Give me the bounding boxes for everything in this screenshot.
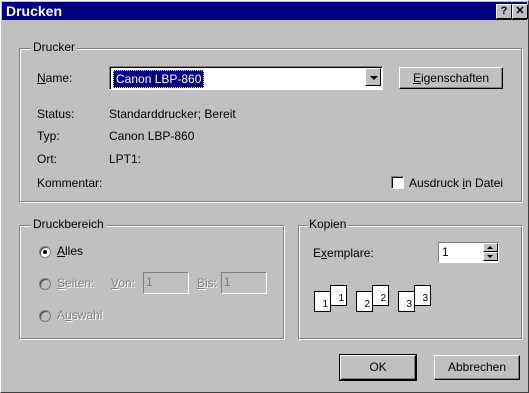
- range-group-label: Druckbereich: [31, 217, 106, 231]
- printer-name-select[interactable]: Canon LBP-860: [109, 66, 383, 90]
- collate-page: 1: [338, 293, 344, 304]
- to-label: Bis:: [197, 276, 218, 290]
- comment-label: Kommentar:: [37, 176, 103, 190]
- printer-name-value: Canon LBP-860: [113, 70, 205, 88]
- collate-page: 1: [322, 299, 328, 310]
- status-label: Status:: [37, 107, 75, 121]
- copies-spinner[interactable]: 1: [438, 242, 499, 263]
- type-value: Canon LBP-860: [109, 129, 195, 143]
- copies-group-label: Kopien: [307, 217, 349, 231]
- name-label: Name:: [37, 71, 73, 85]
- collate-page: 3: [422, 293, 428, 304]
- print-to-file-checkbox[interactable]: [391, 176, 404, 189]
- location-value: LPT1:: [109, 152, 142, 166]
- status-value: Standarddrucker; Bereit: [109, 107, 236, 121]
- close-button[interactable]: ✕: [512, 4, 528, 19]
- collate-page: 3: [406, 299, 412, 310]
- help-button[interactable]: ?: [496, 4, 512, 19]
- type-label: Typ:: [37, 129, 60, 143]
- ok-button[interactable]: OK: [339, 354, 417, 381]
- dialog-title: Drucken: [6, 3, 63, 19]
- radio-all[interactable]: [39, 246, 51, 258]
- radio-selection[interactable]: [39, 310, 51, 322]
- spin-up-icon[interactable]: [483, 243, 498, 252]
- radio-pages[interactable]: [39, 278, 51, 290]
- collate-page: 2: [364, 299, 370, 310]
- title-bar: Drucken ? ✕: [2, 2, 528, 20]
- cancel-button[interactable]: Abbrechen: [434, 355, 520, 380]
- radio-all-label[interactable]: Alles: [57, 244, 83, 258]
- collate-page: 2: [380, 293, 386, 304]
- spin-down-icon[interactable]: [483, 252, 498, 261]
- radio-selection-label[interactable]: Auswahl: [57, 308, 102, 322]
- from-field[interactable]: 1: [143, 272, 189, 294]
- properties-button[interactable]: Eigenschaften: [399, 67, 503, 89]
- from-label: Von:: [111, 276, 136, 290]
- to-field[interactable]: 1: [221, 272, 267, 294]
- location-label: Ort:: [37, 152, 57, 166]
- copies-label: Exemplare:: [313, 246, 374, 260]
- printer-group-label: Drucker: [31, 40, 78, 54]
- print-dialog: Drucken ? ✕ Drucker Name: Canon LBP-860 …: [0, 0, 529, 393]
- print-to-file-label[interactable]: Ausdruck in Datei: [409, 176, 503, 190]
- dropdown-arrow-icon[interactable]: [365, 68, 381, 86]
- copies-value: 1: [442, 245, 449, 259]
- radio-pages-label[interactable]: Seiten:: [57, 276, 94, 290]
